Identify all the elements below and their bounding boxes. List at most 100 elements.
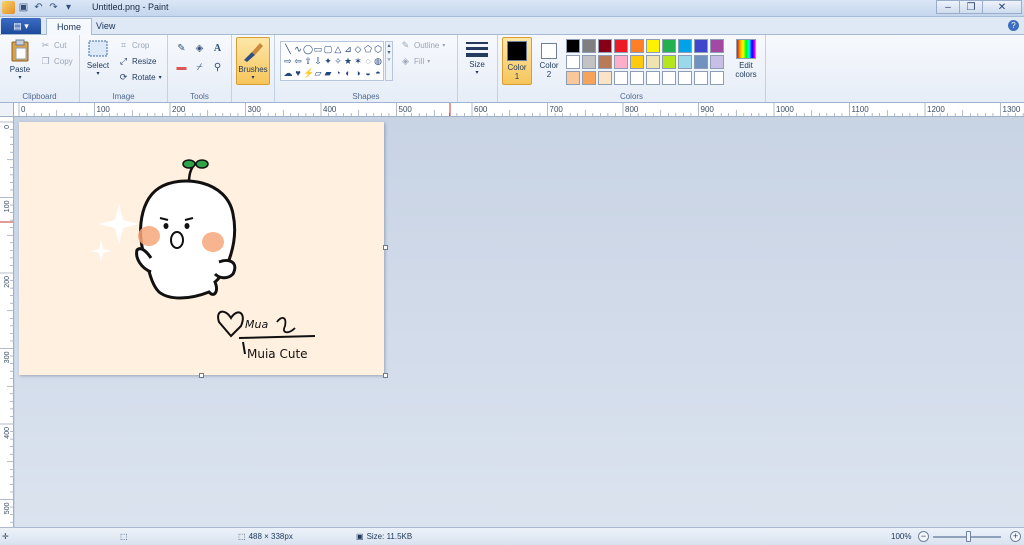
image-group: Select ▾ ⌗ Crop ⤢ Resize ⟳ Rotate ▾ Image <box>80 35 168 102</box>
shape-option[interactable]: ▱ <box>313 67 323 79</box>
shape-option[interactable]: ★ <box>343 55 353 67</box>
maximize-icon[interactable]: ❐ <box>959 0 983 14</box>
paste-label: Paste <box>9 65 31 74</box>
select-button[interactable]: Select ▾ <box>85 39 111 77</box>
size-group <box>458 35 498 102</box>
close-icon[interactable]: ✕ <box>982 0 1022 14</box>
scissors-icon: ✂ <box>41 40 50 50</box>
ruler-v-label: 0 <box>4 125 11 129</box>
cut-label: Cut <box>54 41 67 50</box>
shape-option[interactable]: ⬡ <box>373 43 383 55</box>
shape-option[interactable]: ◓ <box>373 67 383 79</box>
fill-label: Fill <box>414 57 425 66</box>
undo-icon[interactable]: ↶ <box>32 1 45 14</box>
paint-app-icon[interactable] <box>2 1 15 14</box>
zoom-out-button[interactable]: − <box>918 531 929 542</box>
copy-button[interactable]: ❐ Copy <box>40 56 72 67</box>
shape-option[interactable]: ◑ <box>353 67 363 79</box>
ruler-h-label: 700 <box>550 105 564 114</box>
paint-menu-button[interactable]: ▤ ▾ <box>1 18 41 34</box>
sprout-leaf-right <box>195 159 209 169</box>
resize-handle-right[interactable] <box>383 245 388 250</box>
shape-option[interactable]: ▰ <box>323 67 333 79</box>
shape-option[interactable]: ◍ <box>373 55 383 67</box>
ruler-h-label: 900 <box>701 105 715 114</box>
brushes-button[interactable]: Brushes ▾ <box>236 37 270 85</box>
text-icon[interactable]: A <box>210 41 225 56</box>
shapes-group-label: Shapes <box>352 92 380 101</box>
shape-option[interactable]: ✶ <box>353 55 363 67</box>
pencil-icon[interactable]: ✎ <box>174 41 189 56</box>
ruler-h-label: 300 <box>248 105 262 114</box>
outline-button[interactable]: ✎ Outline ▾ <box>400 40 446 51</box>
magnifier-icon[interactable]: ⚲ <box>210 60 225 75</box>
resize-button[interactable]: ⤢ Resize <box>118 56 157 67</box>
clipboard-group-label: Clipboard <box>22 92 57 101</box>
shape-option[interactable]: ∿ <box>293 43 303 55</box>
shape-option[interactable]: ♥ <box>293 67 303 79</box>
shape-option[interactable]: ✧ <box>333 55 343 67</box>
shape-option[interactable]: ⊿ <box>343 43 353 55</box>
outline-label: Outline <box>414 41 440 50</box>
selection-icon: ⬚ <box>120 532 128 541</box>
quick-access-toolbar: ▣ ↶ ↷ ▾ <box>2 1 75 14</box>
shape-option[interactable]: ⇩ <box>313 55 323 67</box>
shapes-gallery[interactable]: ╲ ∿ ◯ ▭ ▢ △ ⊿ ◇ ⬠ ⬡ ⇨ ⇦ ⇧ ⇩ ✦ ✧ ★ ✶ ◌ ◍ ☁ ♥ ⚡ ▱ ▰ ◔ ◐ ◑ ◒ ◓ <box>280 41 384 81</box>
shape-option[interactable]: ◔ <box>333 67 343 79</box>
shape-option[interactable]: ▢ <box>323 43 333 55</box>
shape-option[interactable]: ◌ <box>363 55 373 67</box>
shape-option[interactable]: △ <box>333 43 343 55</box>
mouth <box>170 231 184 249</box>
zoom-slider-thumb[interactable] <box>966 531 971 542</box>
shape-option[interactable]: ◒ <box>363 67 373 79</box>
shape-option[interactable]: ◐ <box>343 67 353 79</box>
help-icon[interactable]: ? <box>1008 20 1019 31</box>
cut-button[interactable]: ✂ Cut <box>40 40 67 51</box>
brush-icon <box>244 43 263 62</box>
shape-option[interactable]: ⇧ <box>303 55 313 67</box>
rotate-button[interactable]: ⟳ Rotate ▾ <box>118 72 162 83</box>
shape-option[interactable]: ▭ <box>313 43 323 55</box>
crop-icon: ⌗ <box>120 40 127 50</box>
shape-option[interactable]: ╲ <box>283 43 293 55</box>
drawing-canvas[interactable]: Mua Muia Cute <box>19 122 384 375</box>
cheek-right <box>202 232 224 252</box>
customize-arrow-icon[interactable]: ▾ <box>62 1 75 14</box>
copy-icon: ❐ <box>41 56 50 66</box>
tools-group-label: Tools <box>190 92 209 101</box>
ruler-h-label: 500 <box>399 105 413 114</box>
ruler-h-label: 1100 <box>852 105 870 114</box>
shape-option[interactable]: ✦ <box>323 55 333 67</box>
redo-icon[interactable]: ↷ <box>47 1 60 14</box>
shape-option[interactable]: ⚡ <box>303 67 314 79</box>
shape-option[interactable]: ☁ <box>283 67 293 79</box>
ruler-h-label: 1200 <box>927 105 945 114</box>
shape-option[interactable]: ⇨ <box>283 55 293 67</box>
paste-button[interactable]: Paste ▾ <box>6 39 34 81</box>
minimize-icon[interactable]: ‒ <box>936 0 960 14</box>
fill-bucket-icon: ◈ <box>402 56 409 66</box>
horizontal-ruler: 0 100 200 300 400 500 600 700 800 900 1000 1100 1200… <box>14 103 1024 117</box>
cursor-position: ✛ <box>2 532 9 541</box>
shape-option[interactable]: ◇ <box>353 43 363 55</box>
select-icon <box>88 40 108 57</box>
paste-icon <box>11 39 29 62</box>
ruler-h-label: 800 <box>625 105 639 114</box>
ruler-h-label: 1300 <box>1003 105 1021 114</box>
fill-icon[interactable]: ◈ <box>192 41 207 56</box>
shapes-scroll[interactable]: ▴ ▾ ▿ <box>385 41 393 81</box>
colors-group-label: Colors <box>619 92 644 101</box>
shape-option[interactable]: ◯ <box>303 43 313 55</box>
fill-button[interactable]: ◈ Fill ▾ <box>400 56 430 67</box>
color-picker-icon[interactable]: ⌿ <box>192 60 207 75</box>
resize-handle-bottom[interactable] <box>199 373 204 378</box>
tab-view[interactable]: View <box>86 18 125 35</box>
shape-option[interactable]: ⇦ <box>293 55 303 67</box>
cheek-left <box>138 226 160 246</box>
crop-button[interactable]: ⌗ Crop <box>118 40 149 51</box>
shape-option[interactable]: ⬠ <box>363 43 373 55</box>
save-icon[interactable]: ▣ <box>17 1 30 14</box>
resize-handle-corner[interactable] <box>383 373 388 378</box>
eraser-icon[interactable]: ▬ <box>174 60 189 75</box>
zoom-in-button[interactable]: + <box>1010 531 1021 542</box>
